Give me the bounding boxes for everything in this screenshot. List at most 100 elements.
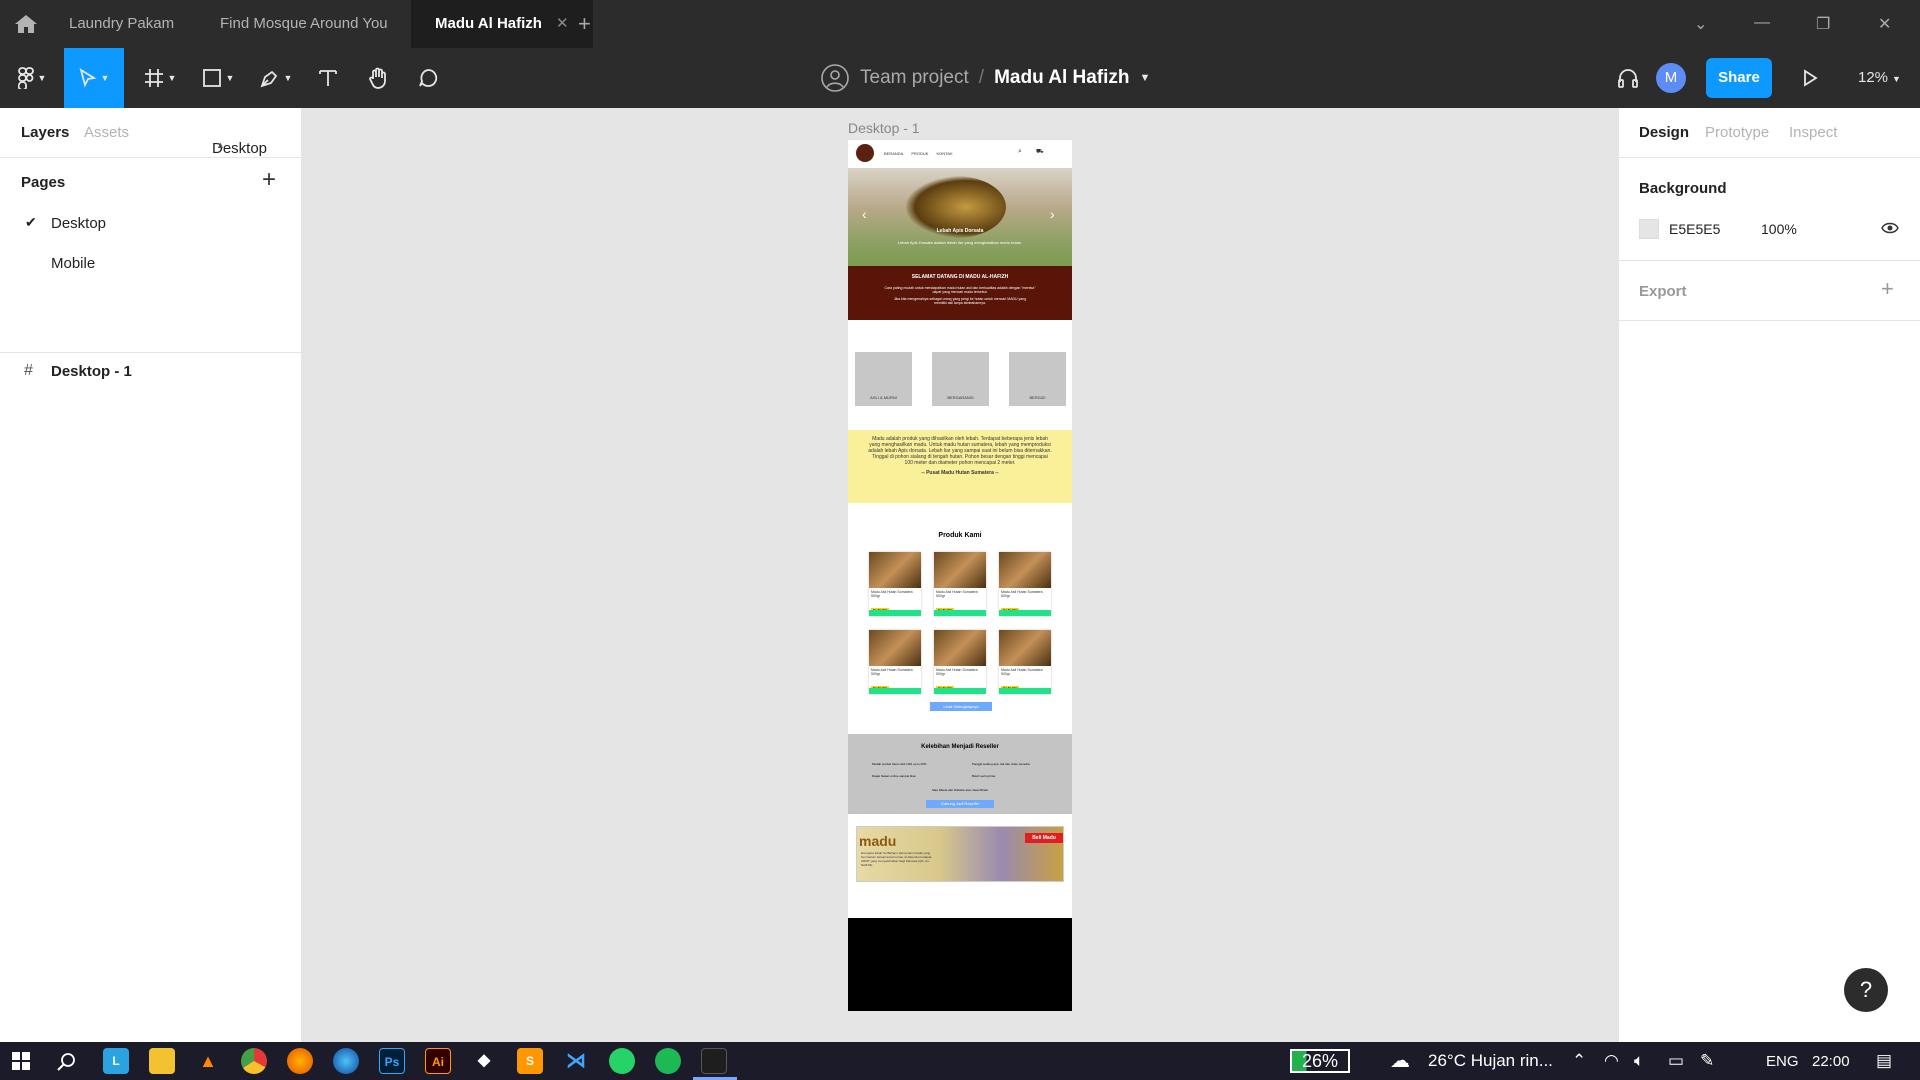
- restore-icon[interactable]: ❐: [1816, 14, 1830, 34]
- whatsapp-icon[interactable]: [609, 1048, 635, 1074]
- text-icon: [319, 70, 337, 86]
- weather-text[interactable]: 26°C Hujan rin...: [1428, 1051, 1553, 1071]
- promo-banner: madu Dari gana lebah Su Bebann Hervernam…: [856, 826, 1064, 882]
- vlc-icon[interactable]: ▲: [195, 1048, 221, 1074]
- close-window-icon[interactable]: ✕: [1878, 14, 1891, 34]
- about-tagline: -- Pusat Madu Hutan Sumatera --: [921, 470, 999, 476]
- tab-prototype[interactable]: Prototype: [1705, 124, 1769, 141]
- inkscape-icon[interactable]: ◆: [471, 1048, 497, 1074]
- windows-start-icon[interactable]: [12, 1052, 30, 1070]
- nav-link: BERANDA: [884, 151, 904, 156]
- file-explorer-icon[interactable]: [149, 1048, 175, 1074]
- banner-buy-button: Beli Madu: [1025, 833, 1063, 843]
- prev-slide-icon: ‹: [862, 206, 867, 222]
- chevron-up-icon[interactable]: ⌃: [1572, 1051, 1586, 1071]
- right-panel-tabs: Design Prototype Inspect: [1619, 108, 1920, 158]
- layer-desktop-1[interactable]: Desktop - 1: [51, 363, 132, 380]
- clock[interactable]: 22:00: [1812, 1053, 1850, 1070]
- avatar[interactable]: M: [1656, 63, 1686, 93]
- tab-label: Madu Al Hafizh: [435, 15, 542, 32]
- tab-label: Find Mosque Around You: [220, 15, 388, 32]
- battery-icon[interactable]: ▭: [1668, 1051, 1684, 1071]
- home-icon[interactable]: [14, 14, 38, 34]
- photoshop-icon[interactable]: Ps: [379, 1048, 405, 1074]
- feature-label: BERGARANSI: [947, 395, 974, 400]
- add-page-icon[interactable]: +: [262, 166, 276, 194]
- tab-find-mosque[interactable]: Find Mosque Around You: [196, 0, 412, 48]
- product-image: [869, 630, 921, 666]
- text-tool-button[interactable]: [310, 48, 346, 108]
- feature-label: BERGIZI: [1029, 395, 1046, 400]
- speaker-icon[interactable]: 🔈︎: [1634, 1051, 1644, 1071]
- tab-layers[interactable]: Layers: [21, 124, 69, 141]
- pen-tool-button[interactable]: ▼: [254, 48, 298, 108]
- feature-box: BERGIZI: [1009, 352, 1066, 406]
- main-menu-button[interactable]: ▼: [12, 48, 52, 108]
- frame-label[interactable]: Desktop - 1: [848, 120, 920, 136]
- buy-button: [869, 688, 921, 694]
- divider: [1619, 260, 1920, 261]
- product-card: Madu Asli Hutan Sumatera 500grRp 80.000: [934, 552, 986, 616]
- wifi-icon[interactable]: ◠: [1604, 1051, 1619, 1071]
- comment-tool-button[interactable]: [410, 48, 446, 108]
- move-tool-button[interactable]: ▼: [64, 48, 124, 108]
- shape-tool-button[interactable]: ▼: [196, 48, 240, 108]
- audio-button[interactable]: [1610, 48, 1646, 108]
- feature-box: ASLI & MURNI: [855, 352, 912, 406]
- minimize-icon[interactable]: —: [1754, 14, 1770, 32]
- illustrator-icon[interactable]: Ai: [425, 1048, 451, 1074]
- notification-icon[interactable]: ▤: [1876, 1051, 1892, 1071]
- sublime-icon[interactable]: S: [517, 1048, 543, 1074]
- page-item-desktop[interactable]: Desktop: [51, 215, 106, 232]
- spotify-icon[interactable]: [655, 1048, 681, 1074]
- file-name[interactable]: Madu Al Hafizh: [994, 67, 1129, 89]
- background-swatch[interactable]: [1639, 219, 1659, 239]
- new-tab-icon[interactable]: +: [578, 11, 591, 37]
- background-opacity-input[interactable]: 100%: [1761, 221, 1797, 237]
- team-icon: [821, 64, 849, 92]
- pen-icon[interactable]: ✎: [1700, 1051, 1714, 1071]
- figma-taskbar-icon[interactable]: [701, 1048, 727, 1074]
- vscode-icon[interactable]: ⋊: [563, 1048, 589, 1074]
- tab-assets[interactable]: Assets: [84, 124, 129, 141]
- page-item-mobile[interactable]: Mobile: [51, 255, 95, 272]
- buy-button: [999, 610, 1051, 616]
- tab-laundry-pakam[interactable]: Laundry Pakam: [45, 0, 198, 48]
- weather-cloud-icon: ☁: [1390, 1050, 1410, 1072]
- product-name: Madu Asli Hutan Sumatera 500gr: [936, 590, 978, 598]
- search-icon[interactable]: [56, 1052, 76, 1072]
- product-card: Madu Asli Hutan Sumatera 500grRp 80.000: [869, 630, 921, 694]
- hand-tool-button[interactable]: [360, 48, 396, 108]
- present-button[interactable]: [1796, 48, 1824, 108]
- firefox-icon[interactable]: [287, 1048, 313, 1074]
- product-name: Madu Asli Hutan Sumatera 500gr: [1001, 668, 1043, 676]
- frame-icon: [144, 69, 163, 87]
- zoom-dropdown[interactable]: 12% ▼: [1858, 48, 1901, 108]
- help-button[interactable]: ?: [1844, 968, 1888, 1012]
- edge-icon[interactable]: [333, 1048, 359, 1074]
- products-heading: Produk Kami: [938, 532, 982, 539]
- battery-indicator[interactable]: 26%: [1290, 1049, 1350, 1073]
- feature-boxes: ASLI & MURNI BERGARANSI BERGIZI: [848, 352, 1072, 408]
- next-slide-icon: ›: [1050, 206, 1055, 222]
- chevron-down-icon[interactable]: ▼: [1140, 72, 1151, 84]
- app-l-icon[interactable]: L: [103, 1048, 129, 1074]
- team-name[interactable]: Team project: [860, 67, 969, 89]
- product-name: Madu Asli Hutan Sumatera 500gr: [1001, 590, 1043, 598]
- product-name: Madu Asli Hutan Sumatera 500gr: [936, 668, 978, 676]
- add-export-icon[interactable]: +: [1881, 276, 1894, 302]
- tab-design[interactable]: Design: [1639, 124, 1689, 141]
- frame-tool-button[interactable]: ▼: [138, 48, 182, 108]
- tab-madu-al-hafizh[interactable]: Madu Al Hafizh ✕: [411, 0, 593, 48]
- background-hex-input[interactable]: E5E5E5: [1669, 221, 1720, 237]
- chevron-down-icon[interactable]: ⌄: [1694, 14, 1707, 34]
- tab-inspect[interactable]: Inspect: [1789, 124, 1837, 141]
- language-indicator[interactable]: ENG: [1766, 1053, 1799, 1070]
- figma-icon: [17, 67, 34, 89]
- eye-icon[interactable]: [1881, 222, 1899, 234]
- comment-icon: [419, 69, 438, 87]
- chrome-icon[interactable]: [241, 1048, 267, 1074]
- close-tab-icon[interactable]: ✕: [556, 15, 569, 32]
- share-button[interactable]: Share: [1706, 58, 1772, 98]
- design-frame[interactable]: BERANDA PRODUK KONTAK ⌕ ⛟ ‹ › Lebah Apis…: [848, 140, 1072, 1011]
